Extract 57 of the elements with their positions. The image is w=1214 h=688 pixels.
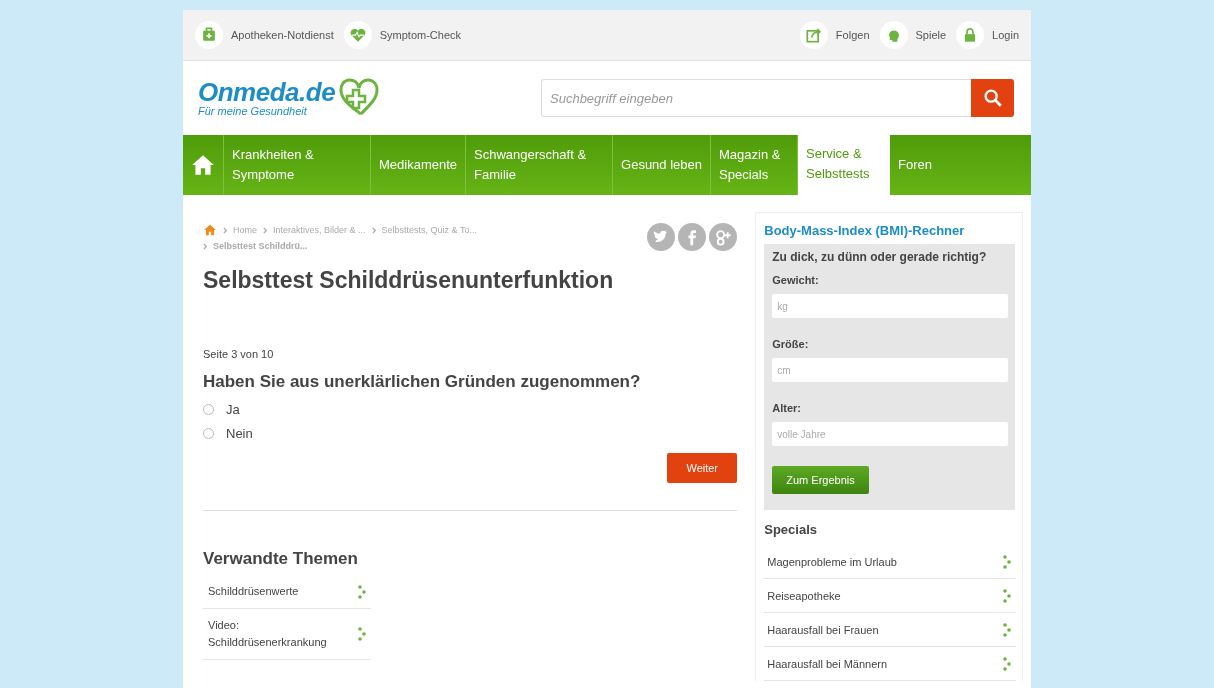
special-link[interactable]: Haarausfall bei Frauen [764,613,1017,647]
section-heading: Verwandte Themen [203,549,359,569]
logo[interactable]: Onmeda.de Für meine Gesundheit [198,78,386,118]
home-icon[interactable] [203,223,217,237]
radio-button[interactable] [203,404,214,415]
special-link[interactable]: Haarausfall bei Männern [764,647,1017,681]
nav-tab[interactable]: Service & Selbsttests [798,133,890,195]
section-heading: Specials [764,522,818,537]
dots-arrow-icon [1003,555,1012,569]
top-bar-link[interactable]: Apotheken-Notdienst [195,21,334,49]
dots-arrow-icon [358,584,366,599]
question-text: Haben Sie aus unerklärlichen Gründen zugenommen? [203,372,642,392]
dots-arrow-icon [1003,657,1012,671]
breadcrumb-link[interactable]: Home [233,225,257,235]
input-field[interactable]: volle Jahre [772,422,1009,446]
nav-tab[interactable]: Schwangerschaft & Familie [466,135,614,195]
option-label[interactable]: Ja [226,402,240,417]
option-label[interactable]: Nein [226,426,253,441]
nav-tab[interactable]: Foren [890,135,940,195]
chevron-icon [223,226,228,234]
input-field[interactable]: cm [772,358,1009,382]
related-link[interactable]: Schilddrüsenwerte [203,575,371,609]
widget-title: Body-Mass-Index (BMI)-Rechner [764,223,966,240]
next-button[interactable]: Weiter [667,453,738,483]
top-bar-link[interactable]: Symptom-Check [343,21,462,49]
radio-button[interactable] [203,428,214,439]
top-bar-link[interactable]: Login [956,21,1019,49]
result-button[interactable]: Zum Ergebnis [772,466,869,494]
search-button[interactable] [971,79,1014,117]
bmi-question: Zu dick, zu dünn oder gerade richtig? [772,250,988,264]
facebook-f-icon[interactable] [678,223,707,251]
field-label: Gewicht: [772,274,820,286]
input-field[interactable]: kg [772,294,1009,318]
top-bar-link[interactable]: Spiele [879,21,947,49]
twitter-bird-icon[interactable] [647,223,676,251]
search-field[interactable]: Suchbegriff eingeben [541,79,971,117]
special-link[interactable]: Magenprobleme im Urlaub [764,545,1017,579]
page-counter: Seite 3 von 10 [203,348,275,360]
chevron-icon [371,226,377,234]
nav-tab[interactable]: Medikamente [371,135,467,195]
google-plus-icon[interactable] [709,223,738,251]
top-bar-link[interactable]: Folgen [799,21,870,49]
dots-arrow-icon [358,627,366,641]
dots-arrow-icon [1003,589,1012,603]
related-link[interactable]: Video: Schilddrüsenerkrankung [203,609,371,660]
breadcrumb-link[interactable]: Selbsttests, Quiz & To... [381,225,477,235]
breadcrumb-link[interactable]: Selbsttest Schilddrü... [213,241,308,251]
chevron-icon [263,226,268,234]
chevron-icon [203,242,208,250]
special-link[interactable]: Reiseapotheke [764,579,1017,613]
nav-tab[interactable]: Krankheiten & Symptome [224,135,371,195]
field-label: Alter: [772,402,802,414]
dots-arrow-icon [1003,623,1012,637]
page-title: Selbsttest Schilddrüsenunterfunktion [203,267,615,294]
nav-tab[interactable]: Gesund leben [613,135,711,195]
breadcrumb-link[interactable]: Interaktives, Bilder & ... [273,225,366,235]
field-label: Größe: [772,338,810,350]
